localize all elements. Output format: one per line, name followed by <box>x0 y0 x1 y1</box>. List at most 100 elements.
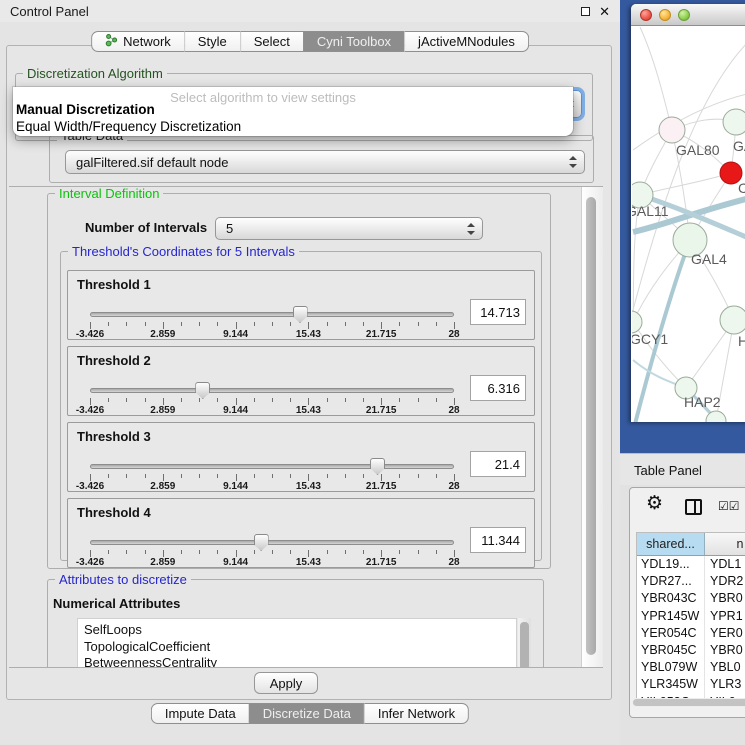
slider-tick-label: 2.859 <box>133 557 193 568</box>
slider-tick <box>181 474 182 478</box>
attributes-group-title: Attributes to discretize <box>55 572 191 587</box>
attributes-group: Attributes to discretize Numerical Attri… <box>47 579 544 668</box>
threshold-value-field[interactable]: 21.4 <box>470 451 526 477</box>
table-row[interactable]: YBL079WYBL0 <box>637 659 745 676</box>
slider-track[interactable] <box>90 464 454 469</box>
slider-track[interactable] <box>90 312 454 317</box>
table-row[interactable]: YDR27...YDR2 <box>637 573 745 590</box>
zoom-window-icon[interactable] <box>678 9 690 21</box>
numerical-attributes-list[interactable]: SelfLoopsTopologicalCoefficientBetweenne… <box>77 618 517 668</box>
minimize-window-icon[interactable] <box>659 9 671 21</box>
cell-name[interactable]: YBR0 <box>705 590 745 607</box>
algorithm-option[interactable]: Manual Discretization <box>15 102 571 119</box>
table-row[interactable]: YBR043CYBR0 <box>637 590 745 607</box>
close-window-icon[interactable] <box>640 9 652 21</box>
threshold-slider[interactable]: -3.4262.8599.14415.4321.71528 <box>90 535 456 567</box>
attribute-list-item[interactable]: BetweennessCentrality <box>78 655 516 668</box>
threshold-slider[interactable]: -3.4262.8599.14415.4321.71528 <box>90 459 456 491</box>
panel-scrollbar[interactable] <box>581 187 603 668</box>
checkbox-icons[interactable]: ☑☑ <box>718 499 740 513</box>
column-header-shared-name[interactable]: shared... <box>637 533 705 555</box>
slider-tick <box>163 398 164 405</box>
tab-style[interactable]: Style <box>184 31 240 52</box>
slider-track[interactable] <box>90 540 454 545</box>
cell-name[interactable]: YLR3 <box>705 676 745 693</box>
slider-tick <box>327 474 328 478</box>
tab-infer-network[interactable]: Infer Network <box>364 703 469 724</box>
slider-tick-label: -3.426 <box>60 557 120 568</box>
table-data-combo[interactable]: galFiltered.sif default node <box>65 150 585 174</box>
threshold-value-field[interactable]: 14.713 <box>470 299 526 325</box>
cell-shared-name[interactable]: YER054C <box>637 625 705 642</box>
table-horizontal-scrollbar[interactable] <box>632 698 745 707</box>
cell-shared-name[interactable]: YPR145W <box>637 608 705 625</box>
network-edge[interactable] <box>640 27 672 130</box>
network-node-label: HAP2 <box>684 394 721 410</box>
table-row[interactable]: YBR045CYBR0 <box>637 642 745 659</box>
threshold-slider[interactable]: -3.4262.8599.14415.4321.71528 <box>90 383 456 415</box>
slider-tick <box>363 398 364 402</box>
network-node[interactable] <box>723 109 745 135</box>
threshold-panel: Threshold 2-3.4262.8599.14415.4321.71528… <box>67 346 535 416</box>
tab-discretize-data[interactable]: Discretize Data <box>249 703 364 724</box>
table-row[interactable]: YER054CYER0 <box>637 625 745 642</box>
algorithm-option[interactable]: Equal Width/Frequency Discretization <box>15 119 571 136</box>
table-row[interactable]: YPR145WYPR1 <box>637 608 745 625</box>
cell-name[interactable]: YER0 <box>705 625 745 642</box>
cell-shared-name[interactable]: YLR345W <box>637 676 705 693</box>
column-layout-icon[interactable] <box>685 499 702 515</box>
cell-name[interactable]: YBR0 <box>705 642 745 659</box>
network-node[interactable] <box>659 117 685 143</box>
slider-thumb[interactable] <box>195 382 210 399</box>
apply-button[interactable]: Apply <box>254 672 318 694</box>
slider-tick <box>399 322 400 326</box>
attribute-list-item[interactable]: SelfLoops <box>78 622 516 639</box>
slider-tick <box>454 322 455 329</box>
num-intervals-value: 5 <box>226 221 233 236</box>
threshold-value-field[interactable]: 11.344 <box>470 527 526 553</box>
slider-thumb[interactable] <box>370 458 385 475</box>
slider-tick <box>327 550 328 554</box>
slider-tick <box>199 474 200 478</box>
cell-name[interactable]: YBL0 <box>705 659 745 676</box>
scroll-viewport: Interval Definition Number of Intervals … <box>9 186 603 668</box>
cell-shared-name[interactable]: YDL19... <box>637 556 705 573</box>
table-row[interactable]: YLR345WYLR3 <box>637 676 745 693</box>
tab-network[interactable]: Network <box>91 31 184 52</box>
network-window-titlebar <box>631 4 745 26</box>
slider-thumb[interactable] <box>254 534 269 551</box>
table-panel-title: Table Panel <box>634 463 702 478</box>
slider-tick <box>108 398 109 402</box>
slider-tick <box>108 322 109 326</box>
table-row[interactable]: YDL19...YDL1 <box>637 556 745 573</box>
cell-shared-name[interactable]: YBL079W <box>637 659 705 676</box>
network-node[interactable] <box>632 311 642 333</box>
column-header-name[interactable]: n <box>705 533 745 555</box>
network-canvas[interactable]: GAL80GACGAL11GAL4GCY1HHAP2 <box>632 27 745 422</box>
threshold-slider[interactable]: -3.4262.8599.14415.4321.71528 <box>90 307 456 339</box>
num-intervals-combo[interactable]: 5 <box>215 217 483 240</box>
tab-jactivemnodules[interactable]: jActiveMNodules <box>404 31 529 52</box>
cell-name[interactable]: YDL1 <box>705 556 745 573</box>
tab-cyni-toolbox[interactable]: Cyni Toolbox <box>303 31 404 52</box>
tab-impute-data[interactable]: Impute Data <box>151 703 249 724</box>
slider-track[interactable] <box>90 388 454 393</box>
tab-select[interactable]: Select <box>240 31 303 52</box>
cell-name[interactable]: YPR1 <box>705 608 745 625</box>
slider-thumb[interactable] <box>293 306 308 323</box>
threshold-value-field[interactable]: 6.316 <box>470 375 526 401</box>
cell-shared-name[interactable]: YBR045C <box>637 642 705 659</box>
network-node[interactable] <box>720 306 745 334</box>
attributes-list-scrollbar[interactable] <box>518 618 531 668</box>
cell-shared-name[interactable]: YBR043C <box>637 590 705 607</box>
gear-icon[interactable]: ⚙ <box>646 494 663 513</box>
slider-tick <box>163 322 164 329</box>
cell-name[interactable]: YDR2 <box>705 573 745 590</box>
close-panel-icon[interactable]: ✕ <box>599 5 610 18</box>
cell-shared-name[interactable]: YDR27... <box>637 573 705 590</box>
tab-label: Discretize Data <box>263 706 351 721</box>
tab-label: Select <box>254 34 290 49</box>
network-edge[interactable] <box>640 173 731 195</box>
attribute-list-item[interactable]: TopologicalCoefficient <box>78 639 516 656</box>
float-window-icon[interactable] <box>581 7 590 16</box>
